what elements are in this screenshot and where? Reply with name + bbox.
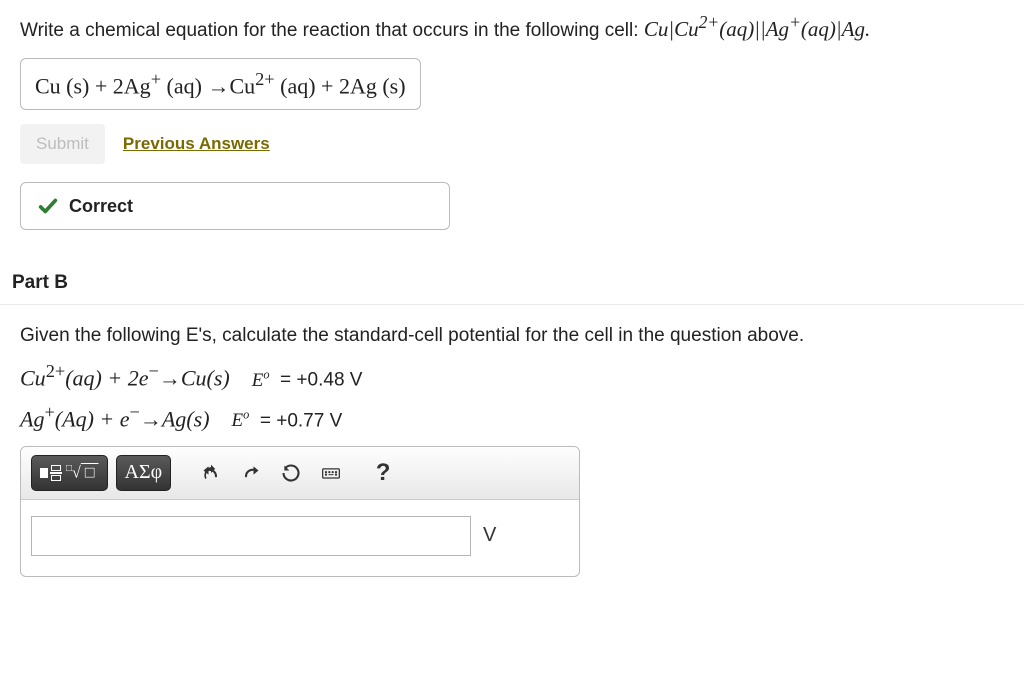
equation-1: Cu2+(aq) + 2e−→Cu(s) Eo = +0.48 V — [20, 361, 1004, 391]
greek-symbols-button[interactable]: ΑΣφ — [116, 455, 172, 491]
unit-label: V — [483, 524, 496, 547]
part-b-header: Part B — [0, 266, 1024, 305]
redo-button[interactable] — [235, 457, 267, 489]
submit-button[interactable]: Submit — [20, 124, 105, 164]
reset-button[interactable] — [275, 457, 307, 489]
templates-button[interactable]: □√ □ — [31, 455, 108, 491]
submitted-answer-box: Cu (s) + 2Ag+ (aq) →Cu2+ (aq) + 2Ag (s) — [20, 58, 421, 110]
fraction-icon — [40, 465, 62, 481]
undo-button[interactable] — [195, 457, 227, 489]
keyboard-button[interactable] — [315, 457, 347, 489]
help-button[interactable]: ? — [367, 457, 399, 489]
answer-input-panel: □√ □ ΑΣφ ? V — [20, 446, 580, 577]
feedback-correct-box: Correct — [20, 182, 450, 230]
correct-label: Correct — [69, 196, 133, 217]
part-a-prompt: Write a chemical equation for the reacti… — [20, 12, 1004, 42]
part-b-prompt: Given the following E's, calculate the s… — [20, 325, 1004, 347]
math-toolbar: □√ □ ΑΣφ ? — [21, 447, 579, 500]
equation-2: Ag+(Aq) + e−→Ag(s) Eo = +0.77 V — [20, 402, 1004, 432]
check-icon — [37, 195, 59, 217]
prompt-prefix: Write a chemical equation for the reacti… — [20, 20, 644, 41]
previous-answers-link[interactable]: Previous Answers — [123, 134, 270, 154]
radical-icon: □√ □ — [66, 463, 99, 482]
cell-notation: Cu|Cu2+(aq)||Ag+(aq)|Ag. — [644, 17, 870, 41]
answer-input[interactable] — [31, 516, 471, 556]
